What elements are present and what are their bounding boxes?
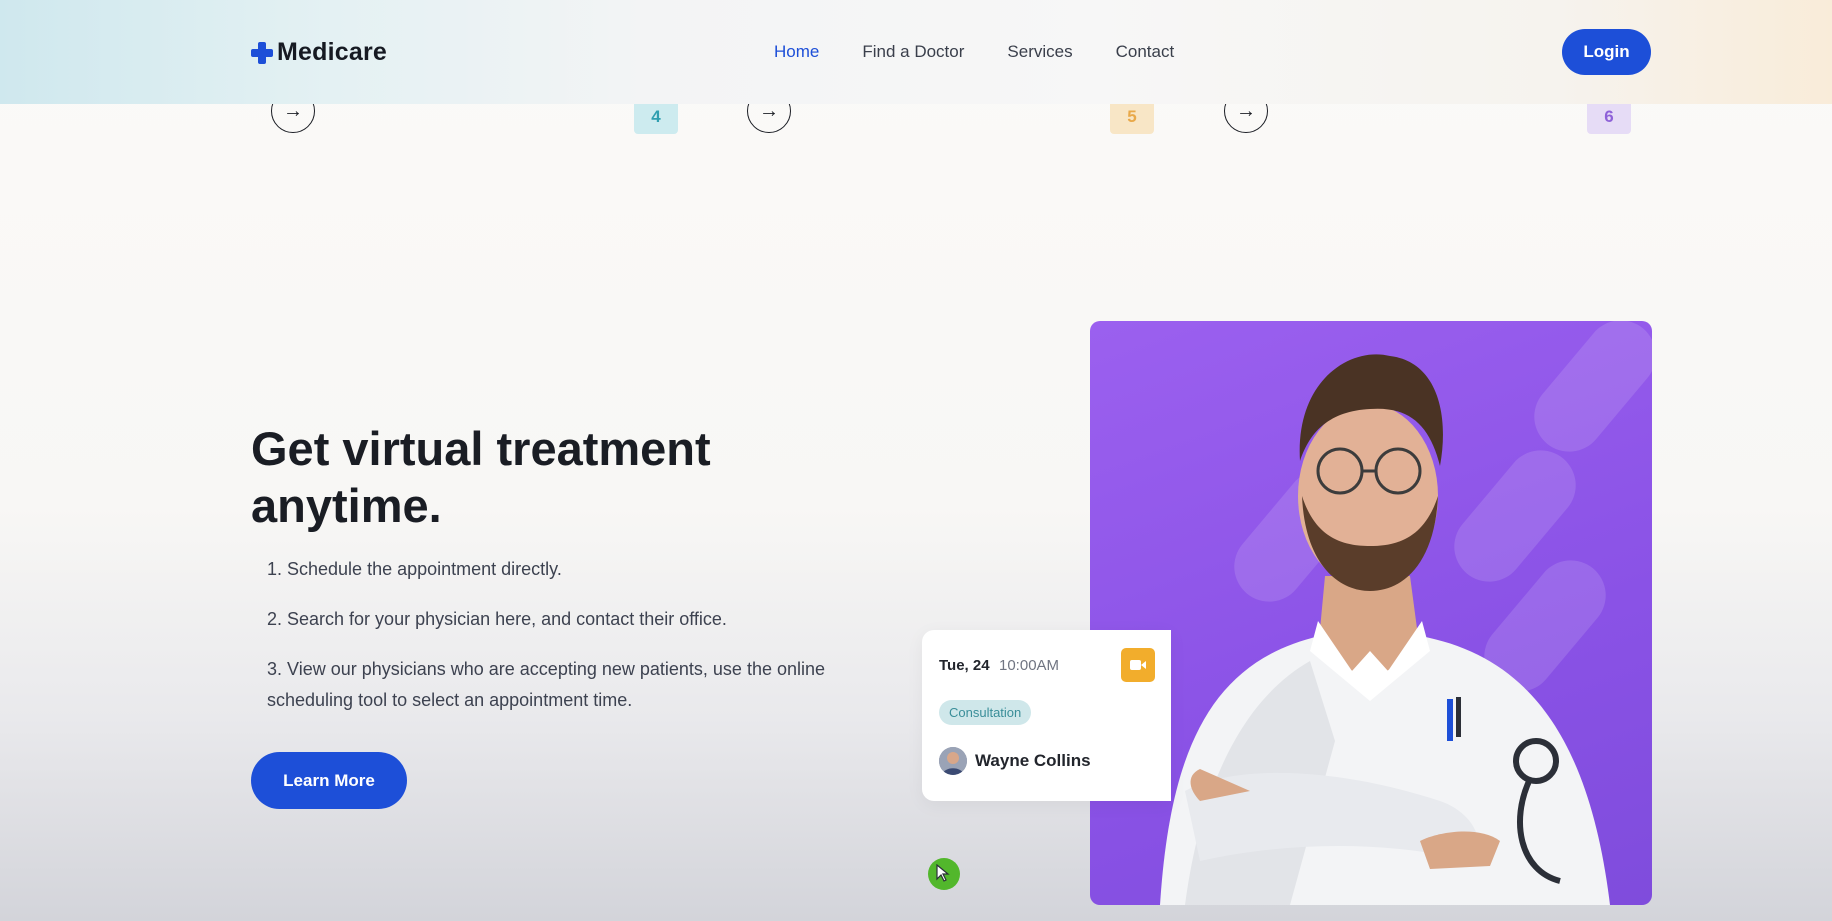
logo-text: Medicare: [277, 38, 387, 66]
video-call-icon[interactable]: [1121, 648, 1155, 682]
list-item: 2. Search for your physician here, and c…: [267, 609, 727, 629]
nav-services[interactable]: Services: [1007, 42, 1072, 62]
step-number-badge: 6: [1587, 99, 1631, 134]
login-button[interactable]: Login: [1562, 29, 1651, 75]
appointment-time: 10:00AM: [999, 657, 1060, 674]
appointment-card[interactable]: Tue, 24 10:00AM Consultation Wayne Colli…: [922, 630, 1171, 801]
avatar: [939, 747, 967, 775]
mouse-cursor-icon: [928, 858, 960, 890]
nav-contact[interactable]: Contact: [1116, 42, 1175, 62]
learn-more-button[interactable]: Learn More: [251, 752, 407, 809]
step-number-badge: 4: [634, 99, 678, 134]
nav-home[interactable]: Home: [774, 42, 819, 62]
plus-icon: [251, 41, 273, 64]
doctor-photo-card: [1090, 321, 1652, 905]
logo[interactable]: Medicare: [251, 38, 387, 67]
doctor-photo: [1160, 354, 1610, 905]
doctor-name: Wayne Collins: [975, 751, 1091, 770]
nav-find-a-doctor[interactable]: Find a Doctor: [862, 42, 964, 62]
list-item: 1. Schedule the appointment directly.: [267, 559, 562, 579]
appointment-date: Tue, 24: [939, 657, 990, 674]
step-number-badge: 5: [1110, 99, 1154, 134]
hero-title: Get virtual treatment anytime.: [251, 422, 711, 532]
site-header: Medicare Home Find a Doctor Services Con…: [0, 0, 1832, 104]
consultation-tag: Consultation: [939, 700, 1032, 725]
main-nav: Home Find a Doctor Services Contact: [774, 42, 1217, 62]
list-item: 3. View our physicians who are accepting…: [267, 659, 826, 710]
steps-list: 1. Schedule the appointment directly. 2.…: [267, 554, 867, 735]
